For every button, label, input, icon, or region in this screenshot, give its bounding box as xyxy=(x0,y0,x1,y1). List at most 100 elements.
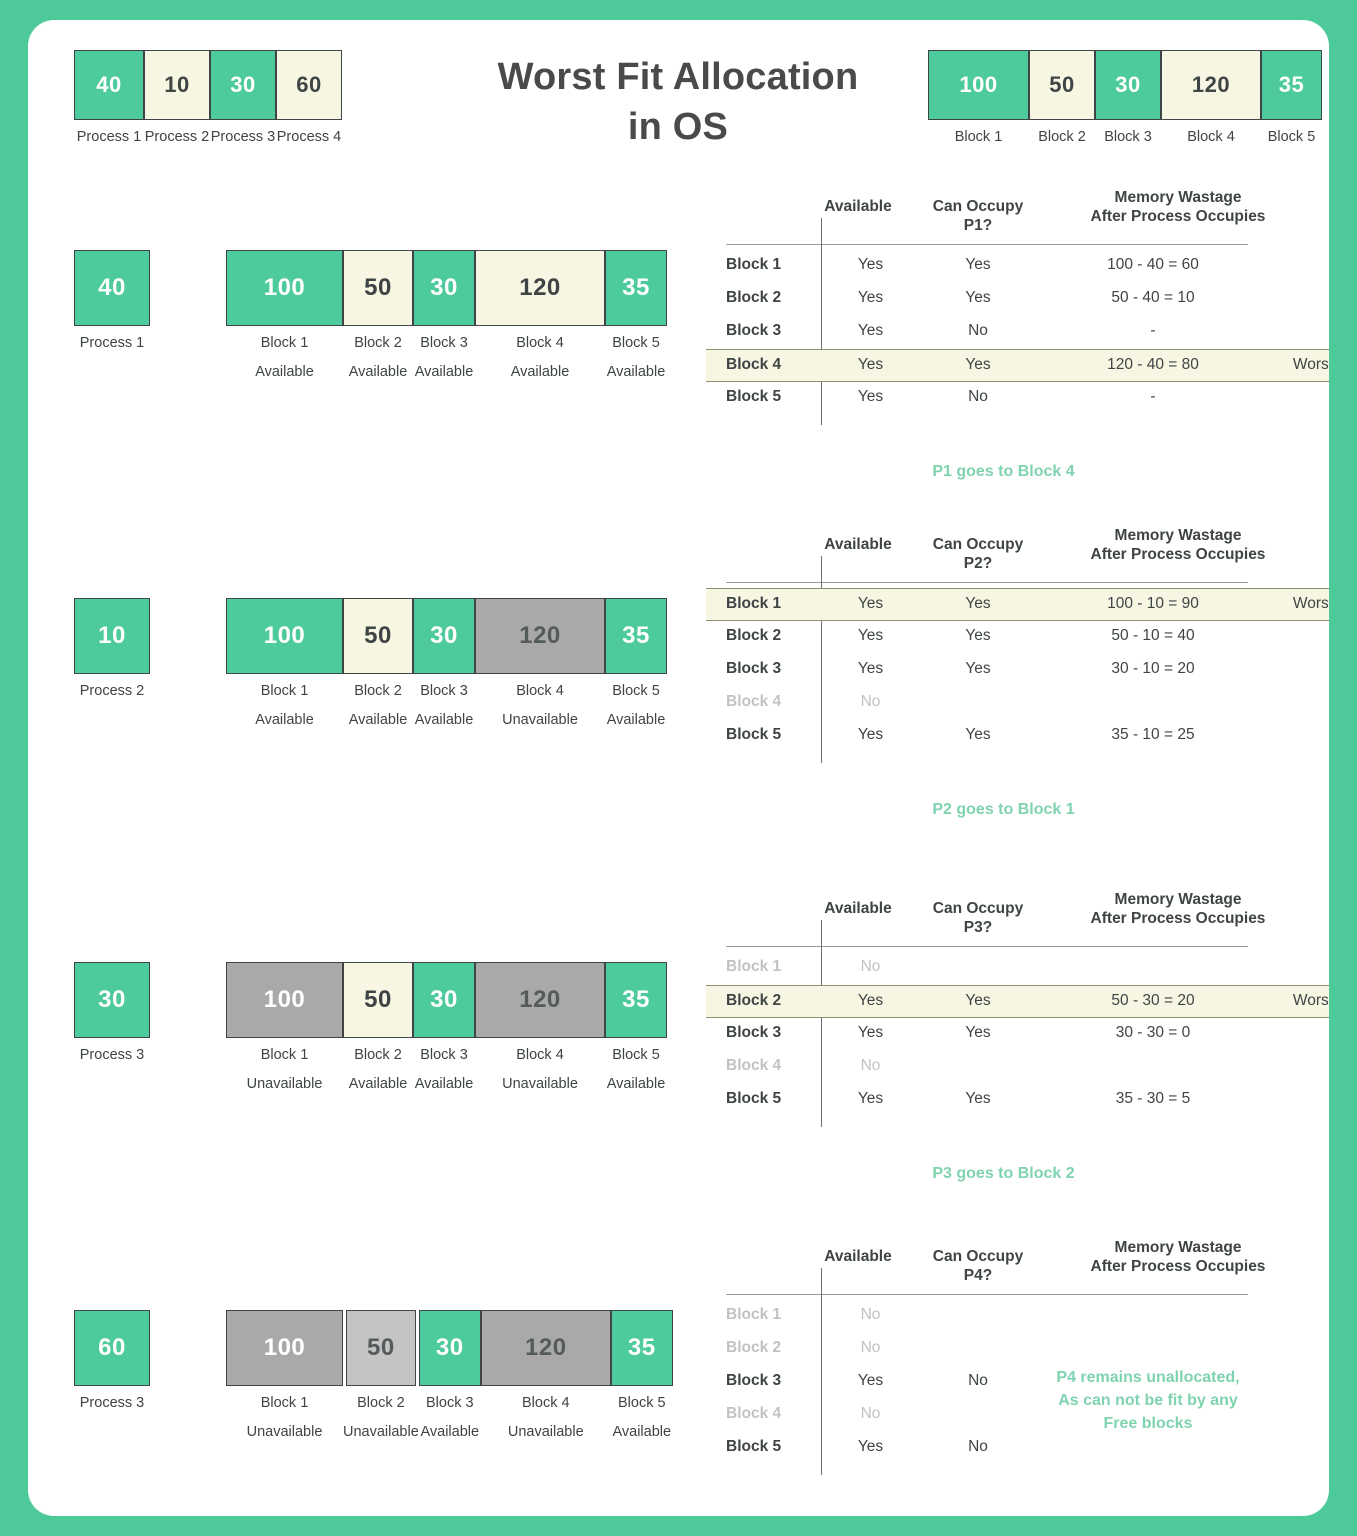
memory-block: 35 Block 5 Available xyxy=(610,1310,673,1440)
process-legend-label: Process 4 xyxy=(276,129,342,145)
memory-block: 100 Block 1 Available xyxy=(226,250,343,380)
table-row: Block 3 Yes Yes 30 - 10 = 20 xyxy=(678,654,1329,687)
memory-block-status: Unavailable xyxy=(502,1076,578,1092)
memory-block: 30 Block 3 Available xyxy=(413,598,475,728)
memory-cell: 30 xyxy=(413,598,475,674)
block-legend-item: 30 Block 3 xyxy=(1095,50,1161,145)
page-title: Worst Fit Allocation in OS xyxy=(428,52,928,152)
cell-block-name: Block 4 xyxy=(726,356,782,373)
memory-block-label: Block 2 xyxy=(354,335,402,351)
memory-cell: 30 xyxy=(1095,50,1161,120)
cell-block-name: Block 5 xyxy=(726,1438,782,1455)
memory-cell: 35 xyxy=(610,1310,673,1386)
memory-block: 100 Block 1 Available xyxy=(226,598,343,728)
cell-memory-wastage: 35 - 10 = 25 xyxy=(1111,726,1195,743)
memory-cell: 50 xyxy=(345,1310,416,1386)
memory-block: 50 Block 2 Available xyxy=(343,962,413,1092)
table-row: Block 3 Yes No - xyxy=(678,316,1329,349)
memory-cell: 100 xyxy=(226,1310,343,1386)
cell-block-name: Block 3 xyxy=(726,322,782,339)
memory-block: 120 Block 4 Unavailable xyxy=(475,962,605,1092)
process-box-group: 40 Process 1 xyxy=(74,250,150,351)
allocation-table: Available Can Occupy P2? Memory Wastage Afte… xyxy=(678,526,1329,763)
cell-available: Yes xyxy=(857,322,884,339)
block-legend-label: Block 2 xyxy=(1038,129,1086,145)
memory-cell: 120 xyxy=(475,250,605,326)
cell-worst-note: Worst xyxy=(1292,595,1329,612)
cell-block-name: Block 4 xyxy=(726,1057,782,1074)
table-row: Block 4 Yes Yes 120 - 40 = 80 Worst xyxy=(706,349,1329,382)
process-box-group: 60 Process 3 xyxy=(74,1310,150,1411)
memory-block-status: Available xyxy=(606,1076,666,1092)
table-row: Block 5 Yes Yes 35 - 10 = 25 xyxy=(678,720,1329,753)
table-row: Block 1 No xyxy=(678,952,1329,985)
memory-block-status: Unavailable xyxy=(343,1424,419,1440)
table-row: Block 1 Yes Yes 100 - 10 = 90 Worst xyxy=(706,588,1329,621)
memory-block-label: Block 1 xyxy=(260,683,309,699)
cell-can-occupy: Yes xyxy=(965,1024,991,1041)
memory-block-label: Block 1 xyxy=(260,335,309,351)
memory-cell: 30 xyxy=(74,962,150,1038)
block-legend-item: 100 Block 1 xyxy=(928,50,1029,145)
memory-block-status: Available xyxy=(348,712,408,728)
cell-block-name: Block 1 xyxy=(726,256,782,273)
memory-block-label: Block 4 xyxy=(516,335,564,351)
cell-can-occupy: Yes xyxy=(965,289,991,306)
cell-can-occupy: Yes xyxy=(965,256,991,273)
cell-available: Yes xyxy=(857,1090,884,1107)
memory-cell: 100 xyxy=(226,598,343,674)
block-legend-item: 120 Block 4 xyxy=(1161,50,1261,145)
memory-cell: 50 xyxy=(343,250,413,326)
table-row: Block 1 No xyxy=(678,1300,1329,1333)
memory-cell: 50 xyxy=(343,962,413,1038)
table-row: Block 5 Yes No - xyxy=(678,382,1329,415)
cell-available: Yes xyxy=(857,1024,884,1041)
memory-block: 30 Block 3 Available xyxy=(413,250,475,380)
cell-block-name: Block 4 xyxy=(726,693,782,710)
cell-can-occupy: Yes xyxy=(965,992,991,1009)
page-title-line2: in OS xyxy=(627,106,729,149)
header-memory-wastage: Memory Wastage After Process Occupies xyxy=(1018,890,1329,929)
memory-cell: 30 xyxy=(418,1310,481,1386)
allocation-verdict: P1 goes to Block 4 xyxy=(932,463,1075,480)
cell-memory-wastage: 100 - 40 = 60 xyxy=(1107,256,1199,273)
memory-block-status: Available xyxy=(414,712,474,728)
header-available: Available xyxy=(824,900,892,917)
memory-block-label: Block 5 xyxy=(612,683,660,699)
header-memory-wastage-line2: After Process Occupies xyxy=(1090,546,1266,564)
memory-block-label: Block 3 xyxy=(426,1395,474,1411)
cell-worst-note: Worst xyxy=(1292,356,1329,373)
memory-block: 30 Block 3 Available xyxy=(413,962,475,1092)
cell-available: No xyxy=(860,1339,881,1356)
memory-cell: 30 xyxy=(210,50,276,120)
block-legend-item: 35 Block 5 xyxy=(1261,50,1322,145)
block-legend-label: Block 4 xyxy=(1187,129,1235,145)
memory-block: 35 Block 5 Available xyxy=(605,598,667,728)
memory-block-label: Block 1 xyxy=(260,1395,309,1411)
process-legend-label: Process 1 xyxy=(76,129,142,145)
memory-block: 35 Block 5 Available xyxy=(605,250,667,380)
memory-block-status: Unavailable xyxy=(507,1424,584,1440)
cell-block-name: Block 4 xyxy=(726,1405,782,1422)
allocation-verdict: P4 remains unallocated, As can not be fit… xyxy=(1018,1366,1278,1436)
memory-block-label: Block 2 xyxy=(357,1395,405,1411)
memory-blocks-row: 100 Block 1 Available 50 Block 2 Available 30 B… xyxy=(226,598,667,728)
memory-block-status: Available xyxy=(414,364,474,380)
cell-available: Yes xyxy=(857,388,884,405)
memory-cell: 35 xyxy=(605,250,667,326)
cell-block-name: Block 2 xyxy=(726,992,782,1009)
table-row: Block 3 Yes Yes 30 - 30 = 0 xyxy=(678,1018,1329,1051)
memory-blocks-row: 100 Block 1 Unavailable 50 Block 2 Available 3… xyxy=(226,962,667,1092)
memory-cell: 100 xyxy=(226,250,343,326)
header-divider xyxy=(726,1294,1248,1295)
process-legend-item: 60 Process 4 xyxy=(276,50,342,145)
cell-memory-wastage: - xyxy=(1150,388,1156,405)
process-box: 40 Process 1 xyxy=(74,250,150,351)
table-row: Block 4 No xyxy=(678,1051,1329,1084)
process-box-group: 10 Process 2 xyxy=(74,598,150,699)
memory-block: 120 Block 4 Unavailable xyxy=(475,598,605,728)
memory-block-label: Block 2 xyxy=(354,1047,402,1063)
cell-block-name: Block 1 xyxy=(726,1306,782,1323)
cell-can-occupy: Yes xyxy=(965,660,991,677)
memory-block-status: Unavailable xyxy=(246,1424,323,1440)
